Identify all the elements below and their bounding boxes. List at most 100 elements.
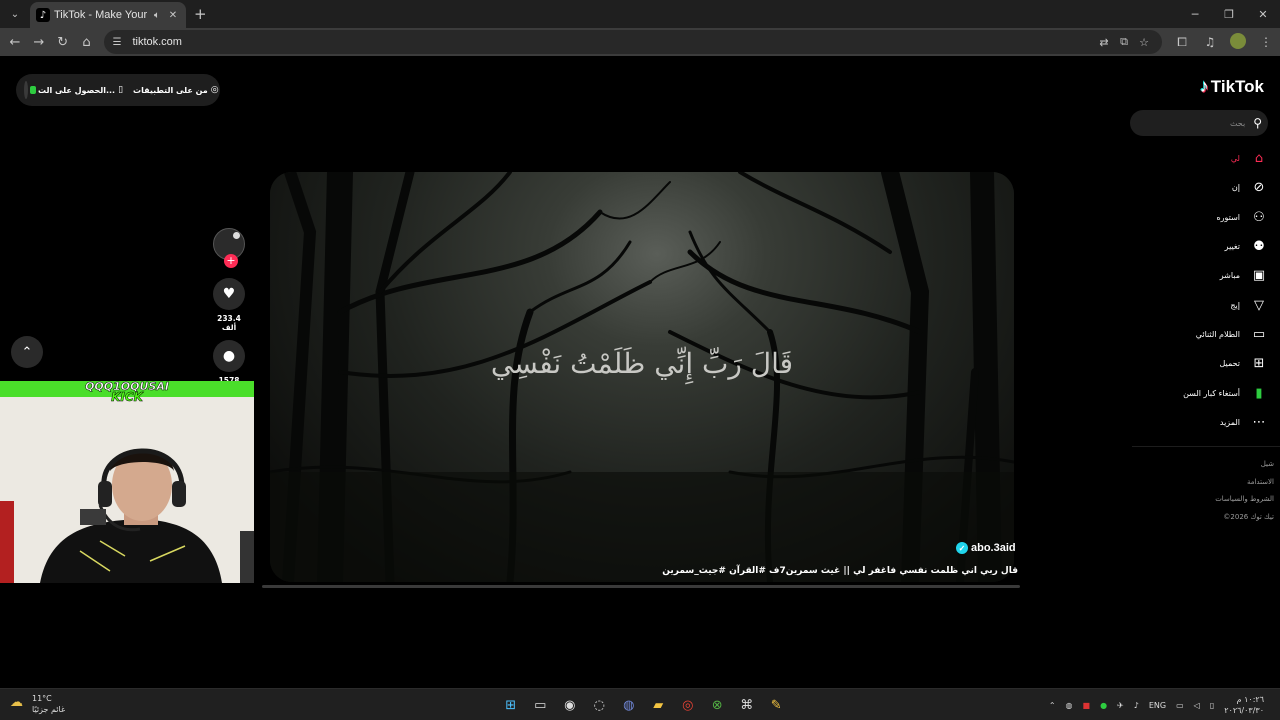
search-icon[interactable]: ⚲ [1253,116,1262,130]
search-input[interactable]: بحث ⚲ [1130,110,1268,136]
video-caption: قال ربي اني ظلمت نفسي فاغفر لي || غيث سم… [662,566,1018,576]
battery-icon[interactable]: ▯ [1210,701,1214,710]
friends-icon: ⚉ [1253,239,1265,255]
speaker-icon[interactable]: 🔈︎ [150,10,164,21]
avatar-icon: ▮ [1255,385,1263,401]
folder-icon[interactable]: ▰ [644,693,674,717]
windows-taskbar: ☁ 11°C غائم جزئيًا ⊞ ▭ ◉ ◌ ◍ ▰ ◎ ⊗ ⌘ ✎ ⌃… [0,688,1280,720]
user-avatar[interactable] [24,81,36,99]
clock[interactable]: ١٠:٢٦ م ٢٠٢٦/٠٣/٣٠ [1224,694,1264,716]
message-icon: ▭ [1252,326,1266,342]
video-author[interactable]: ✓ abo.3aid [956,542,1016,554]
nav-label: مباشر [1219,271,1240,281]
xbox-icon[interactable]: ⊗ [703,693,733,717]
discord-icon[interactable]: ◍ [614,693,644,717]
apps-button[interactable]: من على التطبيقات ◎ [133,85,219,95]
install-app-icon[interactable]: ⧉ [1114,36,1134,49]
tray-app-icon[interactable]: ✈ [1117,701,1124,710]
media-icon[interactable]: ♫ [1196,35,1224,49]
search-placeholder: بحث [1229,118,1246,128]
video-progress-bar[interactable] [262,585,1020,588]
back-icon[interactable]: ← [3,30,27,54]
footer-link[interactable]: الشروط والسياسات [1194,491,1274,509]
home-button-icon[interactable]: ⌂ [75,30,99,54]
nav-item-following[interactable]: استوره ⚇ [1128,203,1268,232]
language-indicator[interactable]: ENG [1149,701,1166,710]
compass-small-icon: ◎ [210,85,219,95]
reload-icon[interactable]: ↻ [51,30,75,54]
task-view-icon[interactable]: ▭ [526,693,556,717]
notes-icon[interactable]: ✎ [762,693,792,717]
comment-button[interactable]: ● [213,340,245,372]
site-info-icon[interactable]: ☰ [112,37,126,48]
nav-item-more[interactable]: المزيد ⋯ [1128,408,1268,437]
creator-avatar[interactable]: + [213,228,245,268]
tab-tiktok[interactable]: ♪ TikTok - Make Your Day 🔈︎ ✕ [30,2,186,28]
compass-icon: ⊘ [1253,180,1265,196]
streamer-name-badge: QQQ1OQUSAI KICK [66,381,188,406]
url-text[interactable]: tiktok.com [132,36,1094,48]
nav-item-activity[interactable]: الطلام الثنائي ▭ [1128,320,1268,349]
tiktok-icon: ♪ [36,8,50,22]
nav-item-explore[interactable]: إن ⊘ [1128,173,1268,202]
nav-item-live[interactable]: مباشر ▣ [1128,261,1268,290]
translate-icon[interactable]: ⇄ [1094,36,1114,49]
close-window-icon[interactable]: ✕ [1246,0,1280,28]
nav-item-friends[interactable]: تغيير ⚉ [1128,232,1268,261]
tray-app-icon[interactable]: ● [1100,701,1107,710]
microphone-icon[interactable]: ♪ [1134,701,1139,710]
chrome-icon[interactable]: ◎ [673,693,703,717]
tiktok-logo[interactable]: ♪ TikTok [1200,76,1264,97]
weather-widget[interactable]: ☁ 11°C غائم جزئيًا [10,693,65,715]
windows-icon[interactable]: ⊞ [496,693,526,717]
bookmark-star-icon[interactable]: ☆ [1134,36,1154,49]
app-icon[interactable]: ◌ [585,693,615,717]
streamer-webcam-image [0,381,254,583]
extensions-icon[interactable]: ⧠ [1168,35,1196,50]
nav-label: أستغاء كبار السن [1183,388,1240,398]
forward-icon[interactable]: → [27,30,51,54]
minimize-icon[interactable]: ─ [1178,0,1212,28]
weather-temp: 11°C [32,694,52,703]
toolbar-icons: ⧠ ♫ ⋮ [1168,32,1280,52]
footer-link[interactable]: الاستدامة [1194,474,1274,492]
sidebar-footer: شيل الاستدامة الشروط والسياسات ©2026 تيك… [1194,456,1274,526]
nav-label: استوره [1216,212,1240,222]
address-bar[interactable]: ☰ tiktok.com ⇄ ⧉ ☆ [104,30,1163,54]
new-tab-button[interactable]: + [194,5,207,23]
capcut-icon[interactable]: ⌘ [732,693,762,717]
tiktok-note-icon: ♪ [1199,76,1209,96]
nav-divider [1132,446,1280,447]
nav-label: تغيير [1224,242,1240,252]
menu-icon[interactable]: ⋮ [1252,35,1280,49]
footer-link[interactable]: شيل [1194,456,1274,474]
tray-app-icon[interactable]: ■ [1083,701,1091,710]
scroll-up-button[interactable]: ⌃ [11,336,43,368]
volume-icon[interactable]: ◁ [1194,701,1200,710]
like-count: 233.4 ألف [217,314,241,332]
verse-text: قَالَ رَبِّ إِنِّي ظَلَمْتُ نَفْسِي [490,347,794,380]
window-controls: ─ ❐ ✕ [1178,0,1280,28]
steam-icon[interactable]: ◉ [555,693,585,717]
comment-icon: ● [222,348,236,364]
network-icon[interactable]: ▭ [1176,701,1184,710]
get-app-button[interactable]: الحصول على الت... ▯ [38,85,123,95]
upload-icon: ⊞ [1253,356,1265,372]
nav-item-foryou[interactable]: لي ⌂ [1128,144,1268,173]
follow-plus-icon[interactable]: + [224,254,238,268]
nav-item-upload[interactable]: تحميل ⊞ [1128,349,1268,378]
video-player[interactable]: قَالَ رَبِّ إِنِّي ظَلَمْتُ نَفْسِي [270,172,1014,582]
restore-icon[interactable]: ❐ [1212,0,1246,28]
tray-app-icon[interactable]: ◍ [1066,701,1073,710]
user-add-icon: ⚇ [1253,209,1265,225]
nav-item-profile[interactable]: أستغاء كبار السن ▮ [1128,378,1268,407]
tab-search-icon[interactable]: ⌄ [4,4,26,24]
more-icon: ⋯ [1252,414,1266,430]
webcam-overlay: QQQ1OQUSAI KICK [0,381,254,583]
tray-chevron-icon[interactable]: ⌃ [1049,701,1056,710]
sidebar-nav: لي ⌂ إن ⊘ استوره ⚇ تغيير ⚉ مباشر ▣ إيج ▽ الطلا… [1128,144,1268,437]
profile-avatar[interactable] [1224,32,1252,52]
close-tab-icon[interactable]: ✕ [166,10,180,21]
nav-item-messages[interactable]: إيج ▽ [1128,290,1268,319]
like-button[interactable]: ♥ [213,278,245,310]
